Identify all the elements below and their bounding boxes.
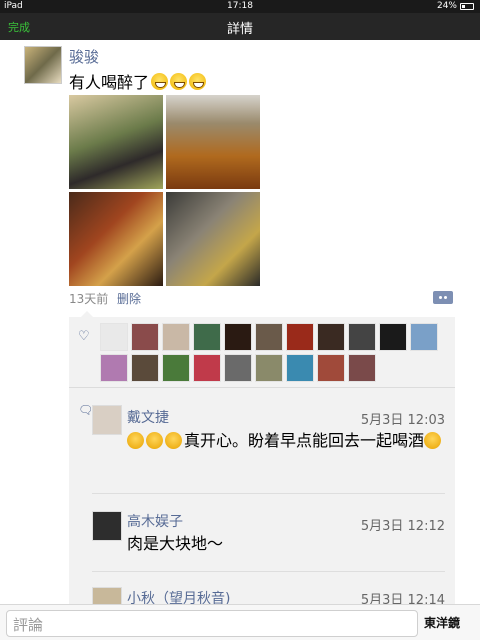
status-bar: iPad 17:18 24% — [0, 0, 480, 13]
post-photo-4[interactable] — [166, 192, 260, 286]
panel-arrow — [81, 311, 93, 317]
liker-avatar[interactable] — [255, 354, 283, 382]
commenter-avatar[interactable] — [92, 405, 122, 435]
comment-separator — [92, 571, 445, 572]
grin-emoji-icon — [189, 72, 207, 90]
liker-avatar[interactable] — [162, 354, 190, 382]
interaction-panel: ♡ 🗨 戴文捷 5月3日 12:03 真开心。盼着早点能回去一起喝酒 高木娱子 … — [69, 311, 455, 617]
delete-link[interactable]: 删除 — [117, 290, 141, 307]
grin-emoji-icon — [151, 72, 169, 90]
battery-icon — [460, 2, 474, 10]
status-time: 17:18 — [227, 1, 253, 11]
watermark-logo: 東洋鏡 — [424, 616, 461, 630]
battery-status: 24% — [437, 1, 474, 11]
commenter-name[interactable]: 高木娱子 — [127, 511, 183, 531]
post-text-content: 有人喝醉了 — [69, 73, 150, 92]
liker-avatar[interactable] — [131, 323, 159, 351]
liker-avatar[interactable] — [255, 323, 283, 351]
liker-avatar[interactable] — [410, 323, 438, 351]
author-avatar[interactable] — [24, 46, 62, 84]
nav-bar: 完成 詳情 — [0, 13, 480, 40]
commenter-avatar[interactable] — [92, 511, 122, 541]
post-photo-3[interactable] — [69, 192, 163, 286]
comment-text-content: 真开心。盼着早点能回去一起喝酒 — [184, 431, 425, 450]
liker-avatar[interactable] — [286, 323, 314, 351]
comment-input-bar: 評論 東洋鏡 — [0, 604, 480, 640]
liker-avatar[interactable] — [317, 354, 345, 382]
post-text: 有人喝醉了 — [69, 69, 207, 93]
liker-avatar[interactable] — [193, 323, 221, 351]
liker-avatar[interactable] — [317, 323, 345, 351]
heart-icon: ♡ — [78, 329, 90, 344]
comment-time: 5月3日 12:03 — [360, 413, 445, 428]
liker-avatar[interactable] — [224, 323, 252, 351]
comment-input[interactable]: 評論 — [6, 610, 418, 637]
comment-text: 肉是大块地～ — [127, 534, 224, 553]
post-photo-2[interactable] — [166, 95, 260, 189]
divider — [69, 387, 455, 388]
liker-avatar[interactable] — [162, 323, 190, 351]
liker-avatar[interactable] — [224, 354, 252, 382]
comment-text: 真开心。盼着早点能回去一起喝酒 — [127, 428, 447, 453]
liker-avatar[interactable] — [100, 354, 128, 382]
comment-bubble-icon: 🗨 — [78, 403, 94, 417]
liker-avatar[interactable] — [379, 323, 407, 351]
liker-avatar[interactable] — [348, 354, 376, 382]
liker-avatar[interactable] — [131, 354, 159, 382]
commenter-name[interactable]: 戴文捷 — [127, 407, 169, 427]
author-name[interactable]: 骏骏 — [69, 46, 99, 67]
thinking-emoji-icon — [146, 432, 163, 449]
page-title: 詳情 — [226, 22, 253, 37]
liker-avatar[interactable] — [100, 323, 128, 351]
liker-avatar[interactable] — [286, 354, 314, 382]
likes-list — [100, 323, 448, 382]
grin-emoji-icon — [170, 72, 188, 90]
liker-avatar[interactable] — [348, 323, 376, 351]
thinking-emoji-icon — [127, 432, 144, 449]
more-options-icon[interactable] — [433, 291, 453, 304]
post-photo-1[interactable] — [69, 95, 163, 189]
liker-avatar[interactable] — [193, 354, 221, 382]
thinking-emoji-icon — [165, 432, 182, 449]
battery-percent: 24% — [436, 1, 457, 11]
post-time: 13天前 — [69, 292, 109, 306]
comment-separator — [92, 493, 445, 494]
smile-emoji-icon — [424, 432, 442, 449]
